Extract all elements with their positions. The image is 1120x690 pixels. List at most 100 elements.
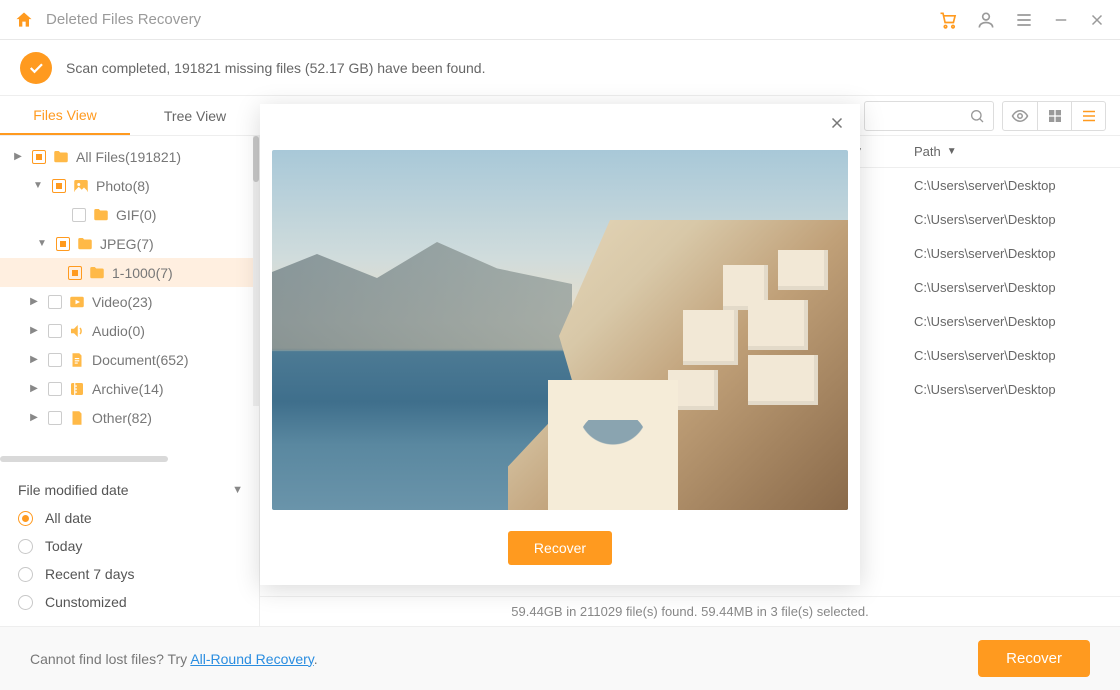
tree-label: Audio(0) <box>92 323 145 339</box>
tree-all-files[interactable]: ▶ All Files(191821) <box>0 142 259 171</box>
document-icon <box>68 351 86 369</box>
chevron-down-icon: ▼ <box>947 146 957 157</box>
folder-icon <box>76 235 94 253</box>
cell-path: C:\Users\server\Desktop <box>854 178 1054 193</box>
tree-jpeg[interactable]: ▼ JPEG(7) <box>0 229 259 258</box>
modal-recover-button[interactable]: Recover <box>508 531 612 565</box>
chevron-right-icon[interactable]: ▶ <box>26 383 42 394</box>
tree-label: JPEG(7) <box>100 236 154 252</box>
tab-tree-view[interactable]: Tree View <box>130 96 260 135</box>
checkbox[interactable] <box>48 382 62 396</box>
window-title: Deleted Files Recovery <box>46 11 201 28</box>
cart-icon[interactable] <box>938 10 958 30</box>
list-mode-button[interactable] <box>1071 102 1105 130</box>
preview-modal: Recover <box>260 104 860 585</box>
preview-image <box>272 150 848 510</box>
tree-label: Document(652) <box>92 352 189 368</box>
search-icon <box>969 108 985 124</box>
checkbox[interactable] <box>48 353 62 367</box>
radio-label: All date <box>45 510 92 526</box>
tree-label: 1-1000(7) <box>112 265 173 281</box>
cell-path: C:\Users\server\Desktop <box>854 314 1054 329</box>
tree-label: Photo(8) <box>96 178 150 194</box>
radio-label: Recent 7 days <box>45 566 135 582</box>
radio[interactable] <box>18 595 33 610</box>
user-icon[interactable] <box>976 10 996 30</box>
search-input[interactable] <box>864 101 994 131</box>
folder-icon <box>88 264 106 282</box>
chevron-down-icon[interactable]: ▼ <box>34 238 50 249</box>
column-path[interactable]: Path▼ <box>854 144 1054 159</box>
tree-label: All Files(191821) <box>76 149 181 165</box>
tab-files-view[interactable]: Files View <box>0 96 130 135</box>
hint-text: Cannot find lost files? Try All-Round Re… <box>30 651 318 667</box>
chevron-down-icon[interactable]: ▼ <box>30 180 46 191</box>
divider <box>0 456 168 462</box>
tree-audio[interactable]: ▶ Audio(0) <box>0 316 259 345</box>
close-icon[interactable] <box>828 114 846 132</box>
file-tree: ▶ All Files(191821) ▼ Photo(8) GIF(0) ▼ <box>0 136 259 448</box>
chevron-right-icon[interactable]: ▶ <box>26 412 42 423</box>
checkbox[interactable] <box>48 324 62 338</box>
radio-label: Today <box>45 538 82 554</box>
filter-all-date[interactable]: All date <box>18 504 243 532</box>
radio-label: Cunstomized <box>45 594 127 610</box>
chevron-right-icon[interactable]: ▶ <box>10 151 26 162</box>
cell-path: C:\Users\server\Desktop <box>854 382 1054 397</box>
checkbox[interactable] <box>48 295 62 309</box>
cell-path: C:\Users\server\Desktop <box>854 348 1054 363</box>
filter-customized[interactable]: Cunstomized <box>18 588 243 616</box>
folder-icon <box>92 206 110 224</box>
filter-title: File modified date <box>18 482 129 498</box>
checkbox[interactable] <box>68 266 82 280</box>
tree-archive[interactable]: ▶ Archive(14) <box>0 374 259 403</box>
close-icon[interactable] <box>1088 11 1106 29</box>
check-icon <box>20 52 52 84</box>
tree-video[interactable]: ▶ Video(23) <box>0 287 259 316</box>
archive-icon <box>68 380 86 398</box>
chevron-right-icon[interactable]: ▶ <box>26 325 42 336</box>
checkbox[interactable] <box>56 237 70 251</box>
filter-today[interactable]: Today <box>18 532 243 560</box>
filter-header[interactable]: File modified date ▼ <box>18 476 243 504</box>
radio[interactable] <box>18 539 33 554</box>
filter-recent-7[interactable]: Recent 7 days <box>18 560 243 588</box>
chevron-down-icon: ▼ <box>232 484 243 496</box>
tree-label: GIF(0) <box>116 207 156 223</box>
grid-mode-button[interactable] <box>1037 102 1071 130</box>
minimize-icon[interactable] <box>1052 11 1070 29</box>
tree-photo[interactable]: ▼ Photo(8) <box>0 171 259 200</box>
folder-icon <box>52 148 70 166</box>
tree-label: Other(82) <box>92 410 152 426</box>
radio[interactable] <box>18 567 33 582</box>
all-round-recovery-link[interactable]: All-Round Recovery <box>190 651 313 667</box>
tree-label: Video(23) <box>92 294 152 310</box>
checkbox[interactable] <box>32 150 46 164</box>
tree-gif[interactable]: GIF(0) <box>0 200 259 229</box>
checkbox[interactable] <box>52 179 66 193</box>
video-icon <box>68 293 86 311</box>
audio-icon <box>68 322 86 340</box>
file-icon <box>68 409 86 427</box>
tree-range-selected[interactable]: 1-1000(7) <box>0 258 259 287</box>
status-text: Scan completed, 191821 missing files (52… <box>66 60 485 76</box>
titlebar: Deleted Files Recovery <box>0 0 1120 40</box>
cell-path: C:\Users\server\Desktop <box>854 280 1054 295</box>
recover-button[interactable]: Recover <box>978 640 1090 677</box>
status-bar: Scan completed, 191821 missing files (52… <box>0 40 1120 96</box>
bottom-bar: Cannot find lost files? Try All-Round Re… <box>0 626 1120 690</box>
chevron-right-icon[interactable]: ▶ <box>26 296 42 307</box>
scrollbar[interactable] <box>253 136 259 406</box>
home-icon[interactable] <box>14 10 34 30</box>
checkbox[interactable] <box>48 411 62 425</box>
radio[interactable] <box>18 511 33 526</box>
selection-status: 59.44GB in 211029 file(s) found. 59.44MB… <box>260 596 1120 626</box>
chevron-right-icon[interactable]: ▶ <box>26 354 42 365</box>
image-icon <box>72 177 90 195</box>
cell-path: C:\Users\server\Desktop <box>854 212 1054 227</box>
tree-document[interactable]: ▶ Document(652) <box>0 345 259 374</box>
menu-icon[interactable] <box>1014 10 1034 30</box>
tree-other[interactable]: ▶ Other(82) <box>0 403 259 432</box>
checkbox[interactable] <box>72 208 86 222</box>
preview-mode-button[interactable] <box>1003 102 1037 130</box>
